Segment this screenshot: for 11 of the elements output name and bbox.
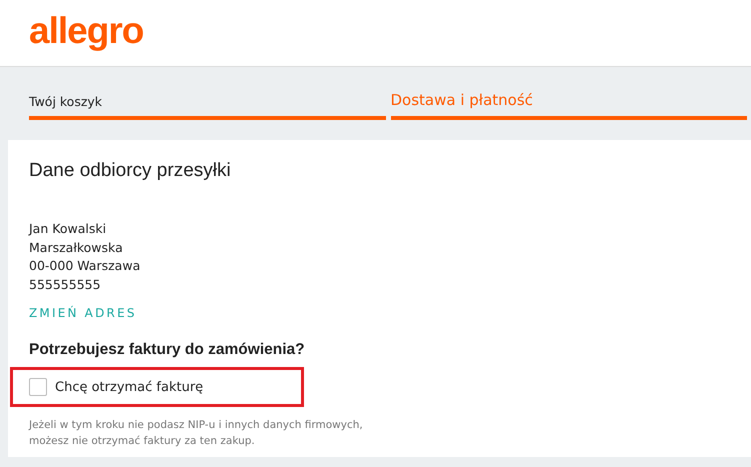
checkbox[interactable] <box>29 378 47 396</box>
step-label[interactable]: Twój koszyk <box>29 94 386 109</box>
invoice-note: Jeżeli w tym kroku nie podasz NIP-u i innych danych firmowych, możesz nie otrzymać faktury za ten zakup. <box>29 418 364 449</box>
section-title: Dane odbiorcy przesyłki <box>29 160 232 182</box>
invoice-question: Potrzebujesz faktury do zamówienia? <box>29 341 306 359</box>
checkbox-label[interactable]: Chcę otrzymać fakturę <box>55 380 204 394</box>
address-line: 555555555 <box>29 276 102 294</box>
logo: allegro <box>29 10 144 52</box>
address-line: 00-000 Warszawa <box>29 257 142 275</box>
address-line: Marszałkowska <box>29 238 124 256</box>
address-line: Jan Kowalski <box>29 220 108 238</box>
